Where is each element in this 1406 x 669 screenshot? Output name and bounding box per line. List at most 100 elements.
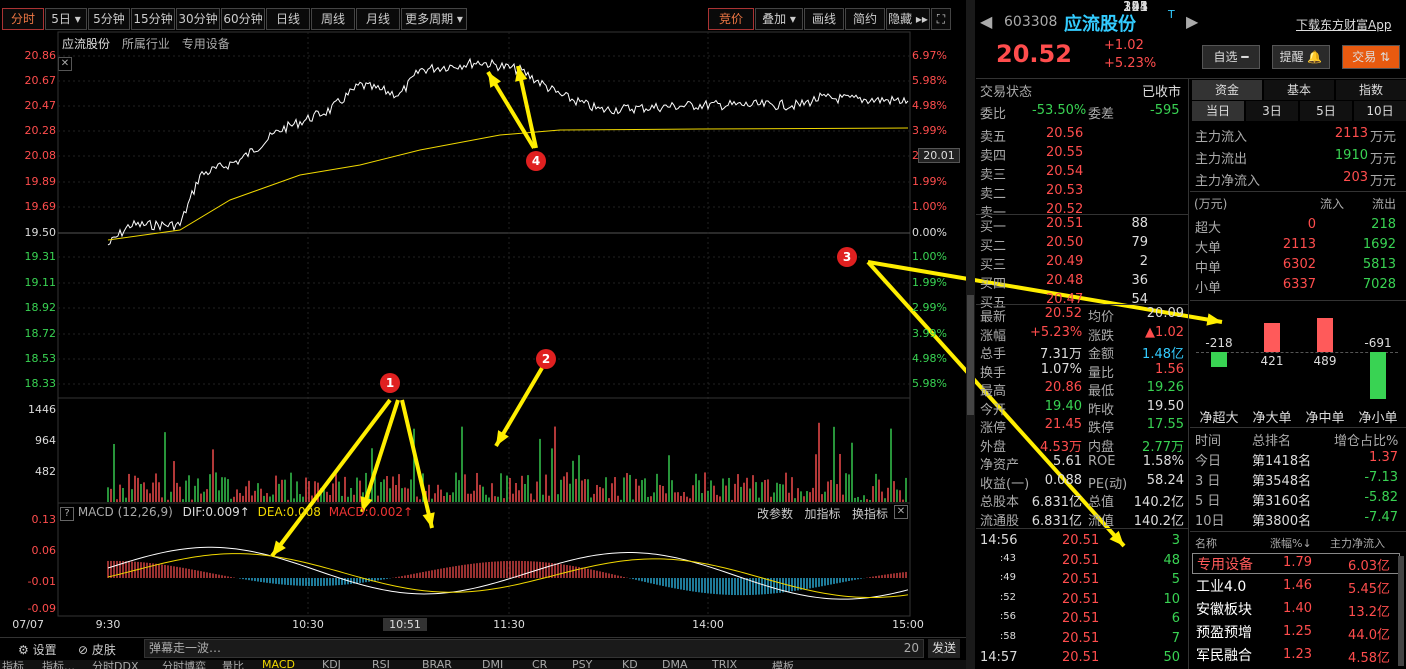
sector-name[interactable]: 工业4.0 bbox=[1192, 576, 1246, 597]
switch-indicator-link[interactable]: 换指标 bbox=[852, 507, 888, 521]
stat-value: 58.24 bbox=[1146, 472, 1184, 488]
stat-label: 净资产 bbox=[980, 458, 1020, 473]
prev-stock-icon[interactable]: ◀ bbox=[980, 12, 992, 31]
indicator-tab[interactable]: DMA bbox=[662, 660, 688, 669]
sector-scrollbar[interactable] bbox=[1398, 556, 1404, 666]
splitter-handle[interactable] bbox=[967, 295, 974, 415]
pct-tick: 0.00% bbox=[912, 226, 947, 239]
rank-pct: -7.13 bbox=[1364, 470, 1398, 485]
sector-name[interactable]: 预盈预增 bbox=[1192, 622, 1252, 643]
divider bbox=[976, 214, 1188, 215]
tick-volume: 48 bbox=[1163, 552, 1180, 568]
fund-tab-1[interactable]: 基本 bbox=[1264, 80, 1334, 100]
watchlist-button[interactable]: 自选 ━ bbox=[1202, 45, 1260, 69]
time-tick: 9:30 bbox=[95, 618, 121, 631]
avg-price-line bbox=[107, 127, 909, 241]
date-label: 07/07 bbox=[12, 618, 44, 631]
annotation-2: 2 bbox=[536, 349, 556, 369]
close-macd-icon[interactable]: ✕ bbox=[894, 505, 908, 519]
skin-button[interactable]: ⊘ 皮肤 bbox=[78, 641, 116, 658]
sector-header: 主力净流入 bbox=[1330, 537, 1385, 550]
trade-button[interactable]: 交易 ⇅ bbox=[1342, 45, 1400, 69]
settings-button[interactable]: ⚙ 设置 bbox=[18, 641, 57, 658]
stock-flag: T bbox=[1168, 8, 1175, 21]
tick-volume: 6 bbox=[1171, 611, 1180, 626]
price-tick: 18.53 bbox=[24, 352, 57, 365]
stat-value: 6.831亿 bbox=[1031, 495, 1082, 510]
indicator-tab[interactable]: 指标 bbox=[2, 660, 24, 669]
rank-header: 总排名 bbox=[1252, 434, 1292, 449]
indicator-tab[interactable]: 分时博弈 bbox=[162, 660, 206, 669]
sector-inflow: 5.45亿 bbox=[1348, 582, 1390, 597]
bid-volume: 2 bbox=[1139, 254, 1148, 269]
add-indicator-link[interactable]: 加指标 bbox=[805, 507, 841, 521]
indicator-tab[interactable]: PSY bbox=[572, 660, 592, 669]
indicator-tab[interactable]: RSI bbox=[372, 660, 390, 669]
stat-label: 涨停 bbox=[980, 421, 1007, 436]
danmu-input[interactable]: 弹幕走一波… 20 bbox=[144, 639, 924, 658]
price-tick: 20.28 bbox=[24, 124, 57, 137]
indicator-tab[interactable]: 模板 bbox=[772, 660, 794, 669]
stat-value: 2.77万 bbox=[1142, 439, 1184, 455]
pct-tick: 3.99% bbox=[912, 124, 947, 137]
indicator-tab[interactable]: MACD bbox=[262, 660, 295, 669]
fund-main-value: 1910 bbox=[1334, 148, 1368, 163]
fund-main-unit: 万元 bbox=[1370, 152, 1397, 167]
last-price: 20.52 bbox=[996, 40, 1072, 68]
indicator-tab[interactable]: BRAR bbox=[422, 660, 452, 669]
sector-name[interactable]: 安徽板块 bbox=[1192, 599, 1252, 620]
indicator-tab[interactable]: 指标… bbox=[42, 660, 75, 669]
ask-label: 卖五 bbox=[980, 130, 1007, 145]
price-tick: 20.08 bbox=[24, 149, 57, 162]
stat-label: 总值 bbox=[1088, 495, 1115, 510]
change-params-link[interactable]: 改参数 bbox=[757, 507, 793, 521]
time-tick: 11:30 bbox=[493, 618, 525, 631]
status-value: 已收市 bbox=[1142, 85, 1182, 100]
sector-inflow: 44.0亿 bbox=[1348, 628, 1390, 643]
indicator-tab[interactable]: TRIX bbox=[712, 660, 737, 669]
indicator-tab[interactable]: 量比 bbox=[222, 660, 244, 669]
indicator-tab[interactable]: CR bbox=[532, 660, 547, 669]
indicator-tab[interactable]: KDJ bbox=[322, 660, 341, 669]
stat-label: 跌停 bbox=[1088, 421, 1115, 436]
divider bbox=[976, 304, 1188, 305]
period-button-3[interactable]: 10日 bbox=[1354, 101, 1406, 121]
tick-volume: 3 bbox=[1171, 533, 1180, 548]
fund-row-label: 中单 bbox=[1195, 261, 1222, 276]
fund-tab-2[interactable]: 指数 bbox=[1336, 80, 1406, 100]
macd-value: MACD:0.002↑ bbox=[328, 505, 414, 519]
divider bbox=[976, 78, 1406, 79]
macd-settings-icon[interactable]: ? bbox=[60, 507, 74, 521]
download-app-link[interactable]: 下载东方财富App bbox=[1296, 16, 1391, 33]
stat-value: 21.45 bbox=[1044, 417, 1082, 432]
fund-tab-0[interactable]: 资金 bbox=[1192, 80, 1262, 100]
price-tick: 20.86 bbox=[24, 49, 57, 62]
indicator-tab[interactable]: 分时DDX bbox=[92, 660, 138, 669]
price-change: +1.02 bbox=[1104, 38, 1144, 53]
tick-price: 20.51 bbox=[1062, 572, 1100, 587]
stat-label: 昨收 bbox=[1088, 402, 1115, 418]
indicator-tab[interactable]: DMI bbox=[482, 660, 503, 669]
bottom-bar: ⚙ 设置 ⊘ 皮肤 弹幕走一波… 20 发送 bbox=[0, 637, 966, 659]
stat-value: 6.831亿 bbox=[1031, 513, 1082, 529]
price-tick: 20.47 bbox=[24, 99, 57, 112]
stat-label: 收益(一) bbox=[980, 476, 1030, 492]
indicator-tab[interactable]: KD bbox=[622, 660, 638, 669]
ask-label: 卖二 bbox=[980, 187, 1007, 202]
period-button-2[interactable]: 5日 bbox=[1300, 101, 1352, 121]
period-button-1[interactable]: 3日 bbox=[1246, 101, 1298, 121]
stat-value: 1.58% bbox=[1142, 454, 1184, 469]
fund-row-out: 218 bbox=[1371, 217, 1396, 232]
stat-label: PE(动) bbox=[1088, 476, 1128, 492]
indicator-tabs: 指标 指标… 分时DDX 分时博弈 量比 MACD KDJ RSI BRAR DMI CR PSY KD… bbox=[0, 660, 966, 669]
pct-tick: 4.98% bbox=[912, 99, 947, 112]
send-button[interactable]: 发送 bbox=[928, 639, 960, 658]
stat-value: 0.088 bbox=[1044, 472, 1082, 488]
alert-button[interactable]: 提醒 🔔 bbox=[1272, 45, 1330, 69]
net-bar bbox=[1264, 323, 1280, 352]
period-button-0[interactable]: 当日 bbox=[1192, 101, 1244, 121]
fund-main-value: 203 bbox=[1343, 170, 1368, 185]
next-stock-icon[interactable]: ▶ bbox=[1186, 12, 1198, 31]
sector-name[interactable]: 军民融合 bbox=[1192, 645, 1252, 666]
macd-dif: DIF:0.009↑ bbox=[182, 505, 250, 519]
